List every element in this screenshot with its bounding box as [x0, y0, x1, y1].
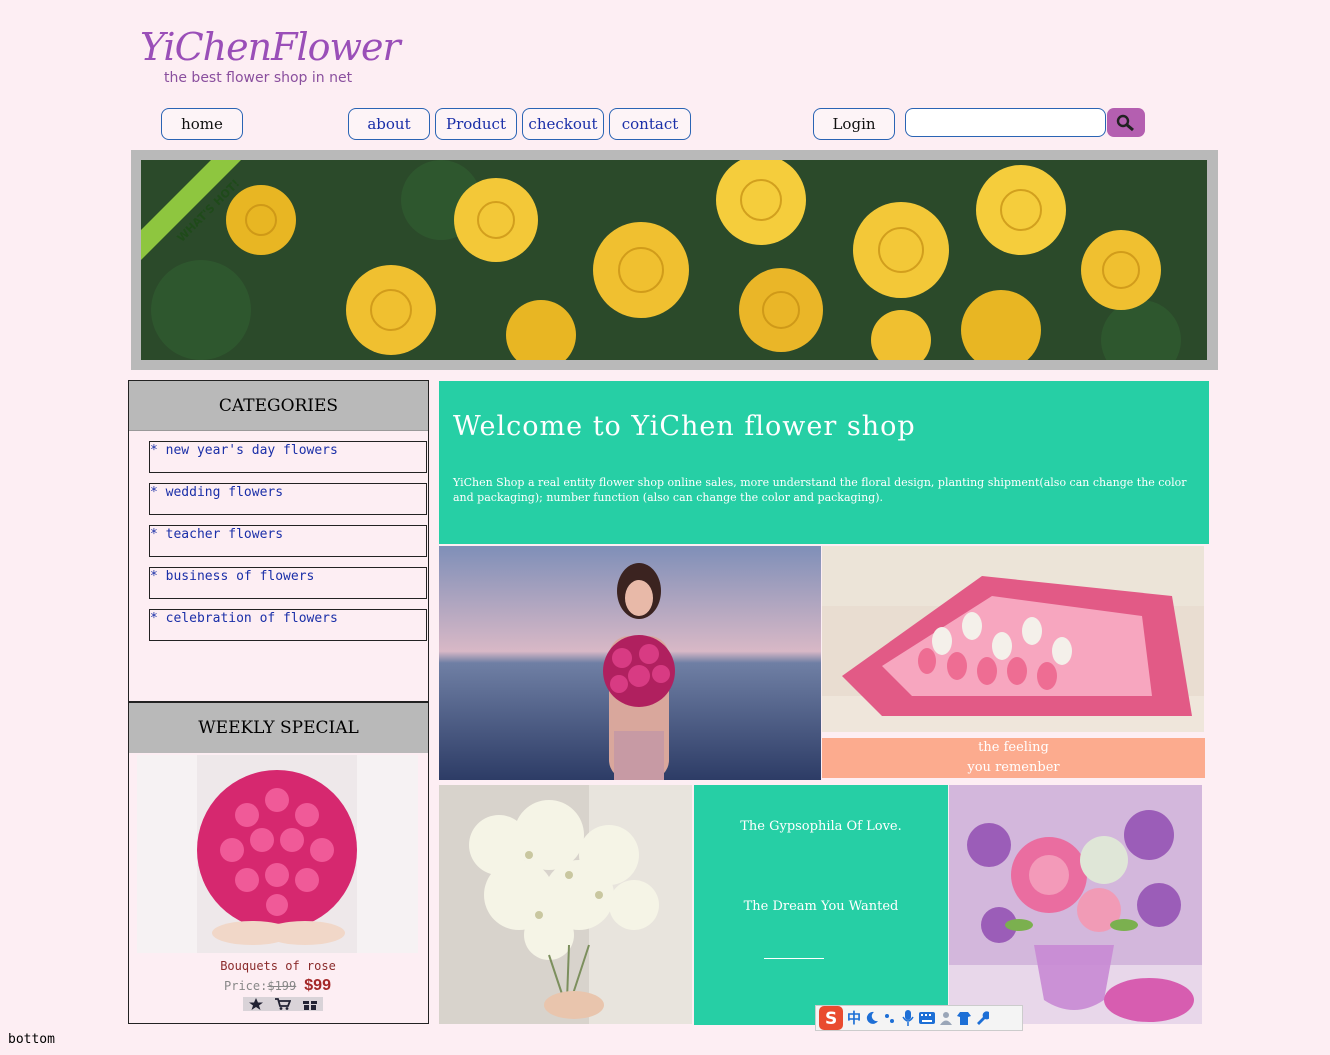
user-icon[interactable]	[939, 1011, 953, 1025]
new-price: $99	[304, 977, 331, 994]
punctuation-icon[interactable]	[883, 1011, 897, 1025]
feeling-line-1: the feeling	[978, 740, 1049, 755]
old-price: $199	[267, 979, 297, 993]
decorative-divider	[764, 958, 824, 959]
price-label: Price:	[224, 979, 268, 993]
svg-text:S: S	[825, 1009, 837, 1029]
logo-title: YiChenFlower	[140, 25, 401, 69]
categories-title: CATEGORIES	[129, 381, 428, 431]
welcome-section: Welcome to YiChen flower shop YiChen Sho…	[439, 381, 1209, 544]
nav-product-button[interactable]: Product	[435, 108, 517, 140]
weekly-special-panel: WEEKLY SPECIAL Bouquets of rose Price: $…	[128, 702, 429, 1024]
girl-with-flowers-image[interactable]	[439, 546, 821, 780]
category-item[interactable]: * business of flowers	[149, 567, 427, 599]
nav-contact-button[interactable]: contact	[609, 108, 691, 140]
category-item[interactable]: * celebration of flowers	[149, 609, 427, 641]
welcome-text: YiChen Shop a real entity flower shop on…	[453, 476, 1187, 504]
feeling-line-2: you remenber	[967, 760, 1060, 775]
nav-home-button[interactable]: home	[161, 108, 243, 140]
moon-icon[interactable]	[865, 1011, 879, 1025]
vase-photo-graphic	[949, 785, 1202, 1024]
gypsophila-line-2: The Dream You Wanted	[743, 899, 899, 914]
skin-icon[interactable]	[957, 1011, 971, 1025]
gypsophila-caption: The Gypsophila Of Love. The Dream You Wa…	[694, 785, 948, 1025]
ime-language-label[interactable]: 中	[847, 1008, 861, 1028]
product-actions	[243, 997, 323, 1011]
search-button[interactable]	[1107, 108, 1145, 137]
gypsophila-photo-graphic	[439, 785, 692, 1024]
ime-toolbar[interactable]: S 中	[815, 1005, 1023, 1031]
category-item[interactable]: * wedding flowers	[149, 483, 427, 515]
product-name[interactable]: Bouquets of rose	[129, 959, 427, 973]
star-icon[interactable]	[249, 998, 263, 1010]
tulip-photo-graphic	[822, 546, 1204, 732]
sogou-logo-icon[interactable]: S	[819, 1006, 843, 1030]
girl-photo-graphic	[439, 546, 821, 780]
yellow-roses-image: WHAT'S HOT!	[141, 160, 1207, 360]
nav-checkout-button[interactable]: checkout	[522, 108, 604, 140]
microphone-icon[interactable]	[901, 1010, 915, 1026]
cart-icon[interactable]	[275, 998, 291, 1010]
wrench-icon[interactable]	[975, 1011, 989, 1025]
category-item[interactable]: * teacher flowers	[149, 525, 427, 557]
categories-panel: CATEGORIES * new year's day flowers * we…	[128, 380, 429, 702]
search-icon	[1116, 114, 1134, 131]
flower-vase-image[interactable]	[949, 785, 1202, 1024]
feeling-caption: the feeling you remenber	[822, 738, 1205, 778]
rose-bouquet-image	[137, 755, 418, 953]
tulip-bouquet-image[interactable]	[822, 546, 1204, 732]
price-row: Price: $199 $99	[224, 977, 331, 995]
hero-banner-image[interactable]: WHAT'S HOT!	[141, 160, 1207, 360]
login-button[interactable]: Login	[813, 108, 895, 140]
category-item[interactable]: * new year's day flowers	[149, 441, 427, 473]
search-input[interactable]	[905, 108, 1106, 137]
nav-about-button[interactable]: about	[348, 108, 430, 140]
gypsophila-line-1: The Gypsophila Of Love.	[740, 819, 902, 834]
product-image[interactable]	[137, 755, 418, 953]
gypsophila-image[interactable]	[439, 785, 692, 1024]
gift-icon[interactable]	[303, 998, 317, 1010]
footer-text: bottom	[8, 1032, 55, 1047]
weekly-special-title: WEEKLY SPECIAL	[129, 703, 428, 753]
logo-subtitle: the best flower shop in net	[164, 70, 353, 86]
welcome-title: Welcome to YiChen flower shop	[453, 411, 916, 442]
site-logo[interactable]: YiChenFlower the best flower shop in net	[140, 24, 401, 94]
keyboard-icon[interactable]	[919, 1012, 935, 1024]
